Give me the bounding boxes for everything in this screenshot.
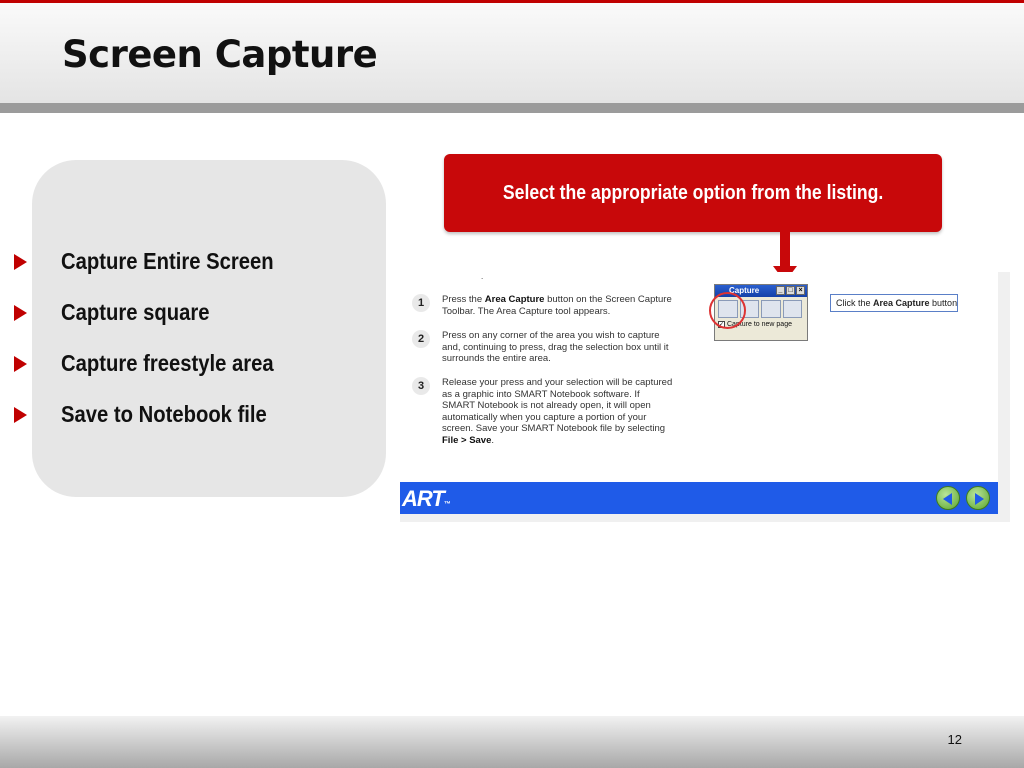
slide-title: Screen Capture <box>62 33 378 76</box>
header-divider <box>0 103 1024 113</box>
bullet-item: Capture Entire Screen <box>14 236 303 287</box>
slide-header: Screen Capture <box>0 3 1024 103</box>
back-arrow-icon[interactable] <box>936 486 960 510</box>
bullet-arrow-icon <box>14 253 27 270</box>
step-number: 1 <box>412 294 430 312</box>
page-number: 12 <box>947 732 962 747</box>
bullet-text: Save to Notebook file <box>61 401 267 427</box>
close-icon[interactable]: × <box>796 286 805 295</box>
bullet-text: Capture freestyle area <box>61 350 274 376</box>
highlight-circle <box>709 292 746 329</box>
embedded-screenshot: . 1 Press the Area Capture button on the… <box>400 272 1010 522</box>
bullet-item: Capture square <box>14 287 303 338</box>
step-text: Press the Area Capture button on the Scr… <box>442 294 672 317</box>
screen-capture-button[interactable] <box>761 300 781 318</box>
callout-box: Select the appropriate option from the l… <box>444 154 942 232</box>
step-number: 3 <box>412 377 430 395</box>
step-3: 3 Release your press and your selection … <box>412 377 674 446</box>
next-arrow-icon[interactable] <box>966 486 990 510</box>
step-2: 2 Press on any corner of the area you wi… <box>412 330 674 365</box>
step-text: Release your press and your selection wi… <box>442 377 673 446</box>
freehand-capture-button[interactable] <box>782 300 802 318</box>
screenshot-content: . 1 Press the Area Capture button on the… <box>400 272 998 482</box>
stray-dot: . <box>481 272 484 281</box>
bullet-item: Capture freestyle area <box>14 338 303 389</box>
smart-footer-bar: ART™ <box>400 482 998 514</box>
step-1: 1 Press the Area Capture button on the S… <box>412 294 674 317</box>
step-text: Press on any corner of the area you wish… <box>442 330 669 364</box>
bullet-item: Save to Notebook file <box>14 389 303 440</box>
smart-logo: ART™ <box>402 486 451 511</box>
bullet-text: Capture square <box>61 299 210 325</box>
window-controls: _ □ × <box>775 286 805 295</box>
maximize-icon[interactable]: □ <box>786 286 795 295</box>
callout-arrow-shaft <box>780 216 790 268</box>
minimize-icon[interactable]: _ <box>776 286 785 295</box>
slide-footer: 12 <box>0 716 1024 768</box>
bullet-arrow-icon <box>14 406 27 423</box>
bullet-text: Capture Entire Screen <box>61 248 274 274</box>
bullet-list: Capture Entire Screen Capture square Cap… <box>14 236 303 440</box>
bullet-arrow-icon <box>14 304 27 321</box>
tooltip-box: Click the Area Capture button <box>830 294 958 312</box>
callout-text: Select the appropriate option from the l… <box>502 181 884 204</box>
step-number: 2 <box>412 330 430 348</box>
bullet-arrow-icon <box>14 355 27 372</box>
